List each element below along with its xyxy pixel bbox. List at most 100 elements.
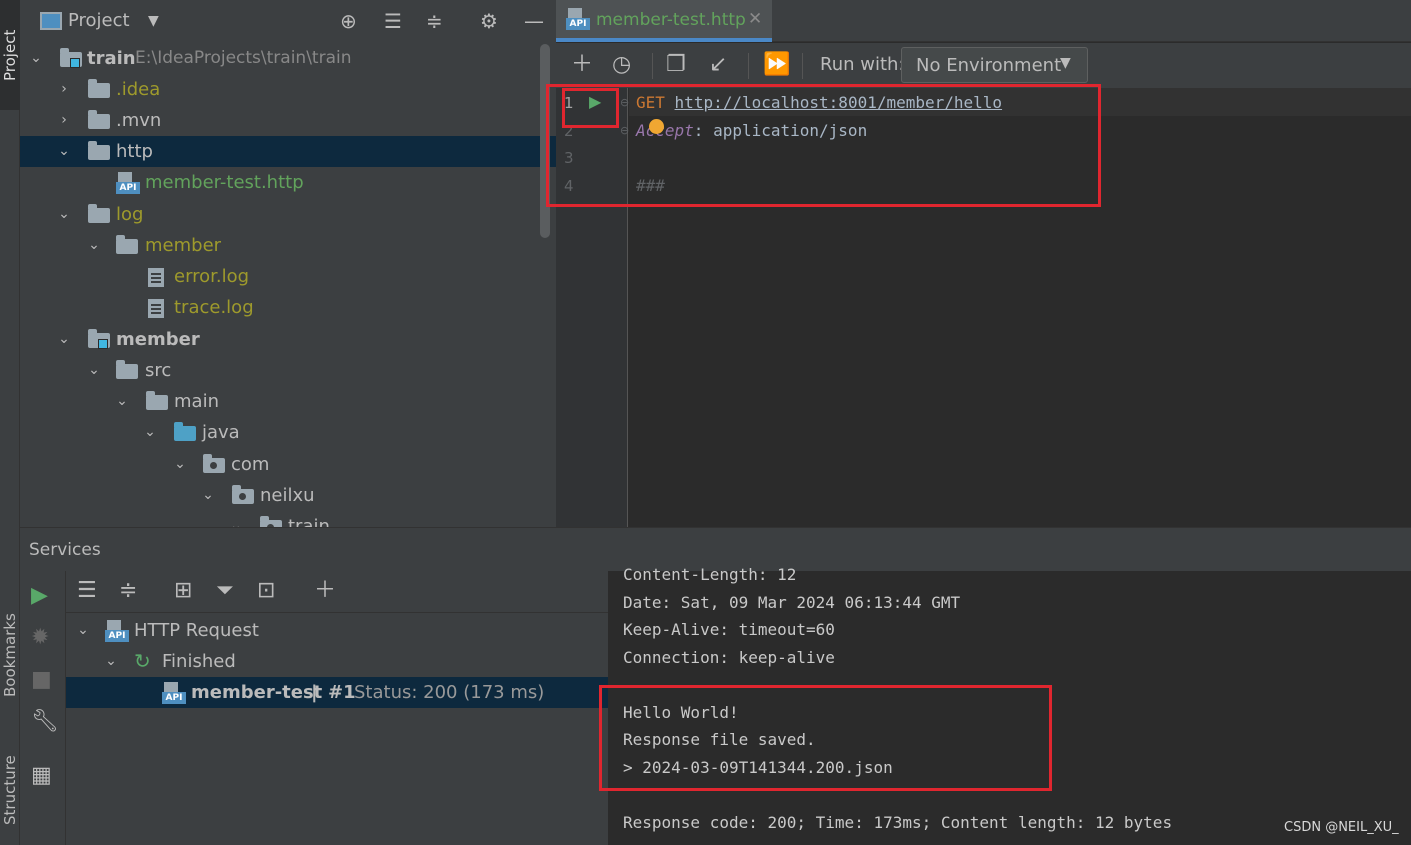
chevron-down-icon[interactable]: ⌄ [142,417,158,448]
tree-item-log-member[interactable]: ⌄ member [20,230,556,261]
chevron-down-icon[interactable]: ⌄ [86,230,102,261]
services-toolbar: ☰ ≑ ⊞ ⏷ ⊡ ＋ [66,571,608,613]
expand-all-icon[interactable]: ☰ [384,9,402,33]
chevron-down-icon[interactable]: ⌄ [56,199,72,230]
chevron-down-icon[interactable]: ⌄ [28,43,44,74]
tree-item-label: .idea [116,79,161,100]
import-icon[interactable]: ↙ [709,51,727,79]
hide-panel-icon[interactable]: — [524,9,544,33]
services-node-member-test[interactable]: API member-test | #1 Status: 200 (173 ms… [66,677,608,708]
add-icon[interactable]: ＋ [314,577,336,605]
chevron-down-icon[interactable]: ⌄ [172,449,188,480]
chevron-right-icon[interactable]: › [56,74,72,105]
layout-icon[interactable]: ▦ [31,763,52,788]
chevron-down-icon[interactable]: ⌄ [56,136,72,167]
new-service-icon[interactable]: ⊡ [257,577,275,605]
chevron-down-icon[interactable]: ⌄ [86,355,102,386]
folder-icon [88,79,110,98]
http-api-file-icon: API [162,682,186,704]
run-all-icon[interactable]: ⏩ [763,51,790,79]
editor-tab-bar: API member-test.http ✕ [556,0,1411,42]
folder-icon [146,391,168,410]
tree-item-label: member [145,235,222,256]
collapse-all-icon[interactable]: ≑ [426,9,443,33]
tree-item-label: com [231,454,270,475]
structure-tool-tab[interactable]: Structure [0,735,20,845]
gear-icon[interactable]: ⚙ [480,9,498,33]
output-line: Content-Length: 12 [623,565,797,584]
finished-refresh-icon: ↻ [134,649,151,673]
tree-item-trace-log[interactable]: trace.log [20,292,556,323]
chevron-down-icon[interactable]: ⌄ [114,386,130,417]
collapse-all-icon[interactable]: ≑ [119,577,137,605]
tree-item-java[interactable]: ⌄ java [20,417,556,448]
chevron-down-icon: ▼ [1060,55,1071,71]
tree-item-label: HTTP Request [134,620,259,641]
stop-icon[interactable]: ■ [31,667,52,692]
tree-item-label: member-test.http [145,172,304,193]
tree-item-src[interactable]: ⌄ src [20,355,556,386]
tree-item-train-package[interactable]: ⌄ train [20,511,556,527]
http-api-file-icon: API [566,8,590,30]
tree-item-mvn[interactable]: › .mvn [20,105,556,136]
chevron-down-icon[interactable]: ⌄ [200,480,216,511]
folder-icon [116,235,138,254]
copy-icon[interactable]: ❐ [666,51,686,79]
project-panel-title[interactable]: Project [68,10,130,31]
tree-item-label: log [116,204,144,225]
toolbar-separator [652,53,653,79]
debug-icon[interactable]: ✹ [31,625,49,650]
expand-all-icon[interactable]: ☰ [77,577,97,605]
tree-item-member-test-http[interactable]: API member-test.http [20,167,556,198]
editor-tab-member-test-http[interactable]: API member-test.http ✕ [556,0,772,42]
services-node-http-request[interactable]: ⌄ API HTTP Request [66,615,608,646]
watermark: CSDN @NEIL_XU_ [1284,820,1399,835]
run-with-label: Run with: [820,54,905,75]
tree-item-label: main [174,391,219,412]
package-icon [260,516,282,527]
tree-item-http[interactable]: ⌄ http [20,136,556,167]
chevron-down-icon[interactable]: ⌄ [75,615,91,646]
tree-item-idea[interactable]: › .idea [20,74,556,105]
tree-item-neilxu[interactable]: ⌄ neilxu [20,480,556,511]
tree-item-log[interactable]: ⌄ log [20,199,556,230]
left-tool-strip: Project Bookmarks Structure [0,0,20,845]
tree-item-label: member [116,329,200,350]
output-line: Connection: keep-alive [623,648,835,667]
wrench-icon[interactable]: 🔧︎ [31,709,59,734]
module-folder-icon [60,48,82,68]
tree-item-com[interactable]: ⌄ com [20,449,556,480]
tree-item-path: E:\IdeaProjects\train\train [135,48,352,68]
bookmarks-tool-tab[interactable]: Bookmarks [0,590,20,720]
locate-file-icon[interactable]: ⊕ [340,9,357,33]
tree-item-label: train [87,48,136,69]
tree-item-main[interactable]: ⌄ main [20,386,556,417]
filter-icon[interactable]: ⏷ [216,577,234,605]
toolbar-separator [802,53,803,79]
chevron-down-icon[interactable]: ▼ [148,13,159,29]
group-by-icon[interactable]: ⊞ [174,577,192,605]
tree-item-label: neilxu [260,485,315,506]
chevron-down-icon[interactable]: ⌄ [56,324,72,355]
history-icon[interactable]: ◷ [612,51,631,79]
tree-item-label: error.log [174,266,250,287]
environment-select[interactable]: No Environment ▼ [901,47,1088,83]
request-divider: | [311,682,318,703]
highlight-box-response [599,685,1052,791]
chevron-down-icon[interactable]: ⌄ [103,646,119,677]
chevron-right-icon[interactable]: › [56,105,72,136]
tree-item-train[interactable]: ⌄ train E:\IdeaProjects\train\train [20,43,556,74]
project-tool-tab[interactable]: Project [0,0,20,110]
add-request-icon[interactable]: ＋ [571,51,593,79]
request-number: #1 [328,682,356,703]
chevron-down-icon[interactable]: ⌄ [228,511,244,527]
tree-item-label: java [202,422,240,443]
tree-item-member-module[interactable]: ⌄ member [20,324,556,355]
tree-item-label: .mvn [116,110,162,131]
run-icon[interactable]: ▶ [31,583,48,608]
close-icon[interactable]: ✕ [748,9,762,29]
tree-item-error-log[interactable]: error.log [20,261,556,292]
http-editor-toolbar: ＋ ◷ ❐ ↙ ⏩ Run with: No Environment ▼ [556,43,1411,88]
services-node-finished[interactable]: ⌄ ↻ Finished [66,646,608,677]
tab-label: member-test.http [596,10,746,30]
